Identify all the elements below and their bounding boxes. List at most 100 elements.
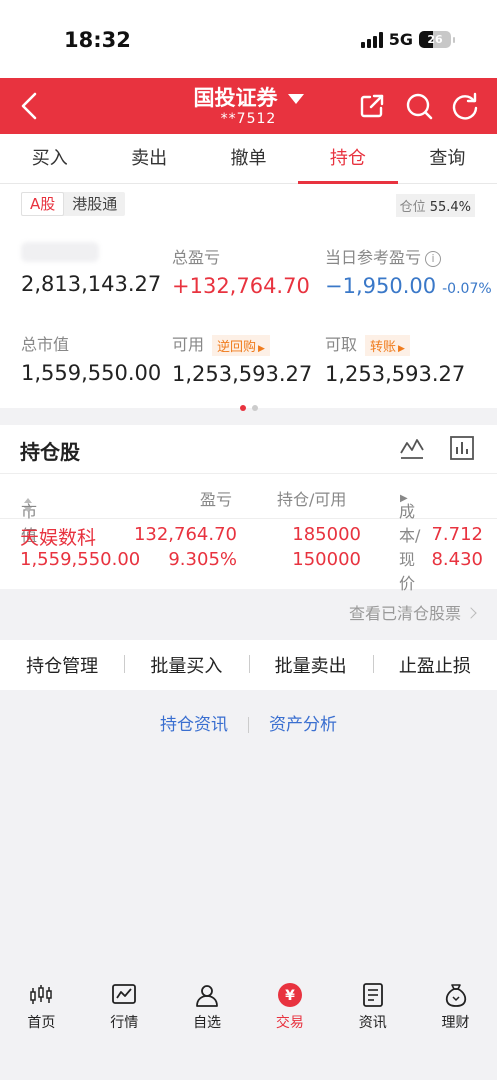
broker-title[interactable]: 国投证券 [194,82,278,112]
status-time: 18:32 [64,28,131,52]
tab-sell[interactable]: 卖出 [99,134,198,183]
total-pl: 总盈亏 +132,764.70 [172,244,310,298]
daily-pl-label: 当日参考盈亏 [325,248,422,267]
tab-cancel[interactable]: 撤单 [199,134,298,183]
holdings-actions: 持仓管理 批量买入 批量卖出 止盈止损 [0,640,497,690]
stock-pl: 132,764.70 [133,524,237,545]
available-funds: 可用 逆回购 ▶ 1,253,593.27 [172,331,312,386]
market-value-value: 1,559,550.00 [21,361,162,385]
col-position: 持仓/可用 [277,490,347,509]
page-dot-active [239,405,246,411]
refresh-icon[interactable] [450,91,480,121]
nav-wealth[interactable]: 理财 [414,968,497,1080]
sort-icon[interactable] [24,498,32,512]
batch-buy-button[interactable]: 批量买入 [124,652,248,678]
stock-available: 150000 [292,549,361,570]
user-icon [196,985,218,1007]
battery-level: 26 [427,33,443,46]
position-ratio-label: 仓位 [399,200,426,215]
tab-holdings[interactable]: 持仓 [298,134,399,184]
stock-cost: 7.712 [431,524,483,545]
caret-right-icon: ▶ [258,344,265,354]
nav-home[interactable]: 首页 [0,968,83,1080]
caret-right-icon: ▶ [398,344,405,354]
stock-pl-pct: 9.305% [168,549,237,570]
batch-sell-button[interactable]: 批量卖出 [248,652,373,678]
status-bar: 18:32 5G 26 [0,0,497,78]
share-icon[interactable] [357,91,387,121]
nav-market[interactable]: 行情 [83,968,166,1080]
total-assets-value: 2,813,143.27 [21,272,162,296]
holdings-title: 持仓股 [20,440,80,464]
status-indicators: 5G 26 [360,30,455,49]
signal-icon [360,31,383,48]
network-type: 5G [388,30,413,49]
nav-trade[interactable]: ¥ 交易 [248,968,331,1080]
withdrawable-label: 可取 [325,335,358,354]
holding-news-link[interactable]: 持仓资讯 [140,710,248,735]
chevron-right-icon [465,606,477,619]
market-hk-connect[interactable]: 港股通 [64,192,125,216]
total-assets: 2,813,143.27 [21,242,161,296]
yen-coin-icon: ¥ [277,983,302,1007]
blurred-label [21,242,99,262]
position-ratio-value: 55.4% [429,200,471,215]
page-indicator [0,396,497,415]
battery-icon: 26 [419,31,455,48]
col-pl: 盈亏 [200,490,233,509]
available-label: 可用 [172,335,205,354]
position-management-button[interactable]: 持仓管理 [0,652,124,678]
holdings-section: 持仓股 市值 盈亏 持仓/可用 成本/现价 ▶ 天娱数科 1,559,550.00… [0,425,497,593]
col-cost-price: 成本/现价 ▶ [399,493,421,593]
table-row[interactable]: 天娱数科 1,559,550.00 132,764.70 9.305% 1850… [0,521,497,581]
nav-news-label[interactable]: 资讯 [331,1012,414,1032]
take-profit-stop-loss-button[interactable]: 止盈止损 [372,652,497,678]
bottom-nav: 首页 行情 自选 ¥ 交易 资讯 理财 [0,968,497,1080]
bar-chart-icon[interactable] [449,435,475,461]
stock-price: 8.430 [431,549,483,570]
search-icon[interactable] [404,91,434,121]
nav-trade-label[interactable]: 交易 [248,1012,331,1032]
position-ratio: 仓位 55.4% [395,194,475,217]
reverse-repo-link[interactable]: 逆回购 ▶ [212,335,270,356]
withdrawable-value: 1,253,593.27 [325,362,466,386]
asset-summary: A股 港股通 仓位 55.4% 2,813,143.27 总盈亏 +132,764… [0,184,497,411]
candlestick-icon [30,985,53,1004]
market-value-label: 总市值 [21,335,70,354]
nav-watchlist[interactable]: 自选 [166,968,249,1080]
market-a-share[interactable]: A股 [21,192,65,216]
daily-pl-value: −1,950.00 [325,274,437,298]
page-dot[interactable] [251,405,258,411]
svg-text:¥: ¥ [285,988,295,1004]
money-bag-icon [445,984,466,1007]
cleared-stocks-link[interactable]: 查看已清仓股票 [0,590,497,638]
nav-wealth-label[interactable]: 理财 [414,1012,497,1032]
nav-home-label[interactable]: 首页 [0,1012,83,1032]
trade-tabs: 买入 卖出 撤单 持仓 查询 [0,134,497,184]
app-header: 国投证券 **7512 [0,78,497,134]
line-chart-icon[interactable] [399,435,425,461]
market-switch: A股 港股通 [21,192,126,216]
stock-name: 天娱数科 [20,527,97,549]
available-value: 1,253,593.27 [172,362,313,386]
market-chart-icon [112,984,137,1004]
chevron-down-icon[interactable] [287,93,304,104]
nav-market-label[interactable]: 行情 [83,1012,166,1032]
asset-analysis-link[interactable]: 资产分析 [249,710,357,735]
nav-watchlist-label[interactable]: 自选 [166,1012,249,1032]
holdings-header: 市值 盈亏 持仓/可用 成本/现价 ▶ [0,473,497,593]
withdrawable-funds: 可取 转账 ▶ 1,253,593.27 [325,331,465,386]
info-icon[interactable]: i [425,250,442,267]
total-pl-label: 总盈亏 [172,248,221,267]
transfer-link[interactable]: 转账 ▶ [365,335,410,356]
nav-news[interactable]: 资讯 [331,968,414,1080]
daily-pl-pct: -0.07% [442,281,492,297]
stock-position: 185000 [292,524,361,545]
info-links: 持仓资讯 资产分析 [0,710,497,735]
tab-query[interactable]: 查询 [398,134,497,183]
stock-market-value: 1,559,550.00 [20,549,141,570]
total-pl-value: +132,764.70 [172,274,310,298]
daily-pl: 当日参考盈亏 i −1,950.00 -0.07% [325,244,492,298]
market-value: 总市值 1,559,550.00 [21,331,161,385]
tab-buy[interactable]: 买入 [0,134,99,183]
